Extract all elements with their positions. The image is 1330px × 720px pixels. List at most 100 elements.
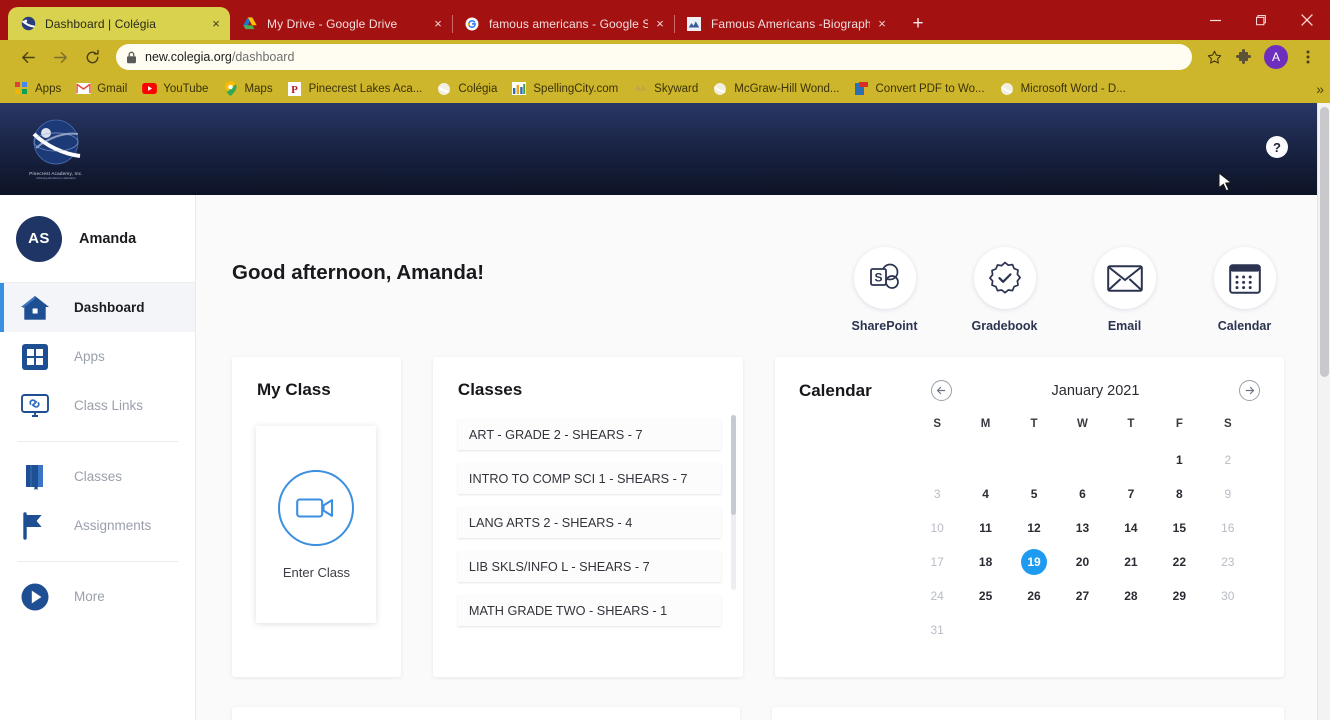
- list-item[interactable]: INTRO TO COMP SCI 1 - SHEARS - 7: [457, 463, 721, 494]
- bookmark-spellingcity[interactable]: SpellingCity.com: [504, 78, 625, 100]
- calendar-day[interactable]: 11: [961, 514, 1009, 542]
- profile-avatar-button[interactable]: A: [1264, 45, 1288, 69]
- bookmark-mcgraw-hill[interactable]: McGraw-Hill Wond...: [705, 78, 846, 100]
- sidebar-item-label: Apps: [74, 349, 105, 364]
- reload-icon[interactable]: [78, 43, 106, 71]
- sidebar-item-classes[interactable]: Classes: [0, 452, 195, 501]
- enter-class-button[interactable]: Enter Class: [256, 426, 377, 623]
- sidebar-item-apps[interactable]: Apps: [0, 332, 195, 381]
- address-bar[interactable]: new.colegia.org/dashboard: [116, 44, 1192, 70]
- quick-action-gradebook[interactable]: Gradebook: [965, 247, 1044, 333]
- calendar-day[interactable]: 2: [1204, 446, 1252, 474]
- calendar-day[interactable]: 24: [913, 582, 961, 610]
- calendar-day[interactable]: 3: [913, 480, 961, 508]
- sidebar-item-dashboard[interactable]: Dashboard: [0, 283, 195, 332]
- google-maps-icon: [222, 81, 238, 97]
- calendar-day[interactable]: 18: [961, 548, 1009, 576]
- calendar-day[interactable]: 22: [1155, 548, 1203, 576]
- calendar-day[interactable]: 20: [1058, 548, 1106, 576]
- arrow-right-circle-icon[interactable]: [1239, 380, 1260, 401]
- quick-action-label: Gradebook: [971, 319, 1038, 333]
- minimize-icon[interactable]: [1192, 4, 1238, 36]
- browser-toolbar: new.colegia.org/dashboard A: [0, 40, 1330, 74]
- extensions-puzzle-icon[interactable]: [1230, 43, 1258, 71]
- bookmark-microsoft-word[interactable]: Microsoft Word - D...: [992, 78, 1133, 100]
- tab-close-button[interactable]: ×: [874, 16, 890, 32]
- arrow-left-circle-icon[interactable]: [930, 380, 952, 401]
- calendar-day[interactable]: 25: [961, 582, 1009, 610]
- browser-tab-2[interactable]: famous americans - Google Sear ×: [452, 7, 674, 40]
- tab-close-button[interactable]: ×: [430, 16, 446, 32]
- tab-close-button[interactable]: ×: [652, 16, 668, 32]
- calendar-day[interactable]: 10: [913, 514, 961, 542]
- sidebar-item-more[interactable]: More: [0, 572, 195, 621]
- dashboard-card-partial-right: [772, 707, 1284, 720]
- calendar-day[interactable]: 26: [1010, 582, 1058, 610]
- help-icon[interactable]: ?: [1266, 136, 1288, 158]
- calendar-day[interactable]: 14: [1107, 514, 1155, 542]
- quick-action-calendar[interactable]: Calendar: [1205, 247, 1284, 333]
- new-tab-button[interactable]: +: [904, 9, 932, 37]
- calendar-day[interactable]: 4: [961, 480, 1009, 508]
- sidebar-item-class-links[interactable]: Class Links: [0, 381, 195, 430]
- calendar-day[interactable]: 6: [1058, 480, 1106, 508]
- forward-arrow-icon[interactable]: [46, 43, 74, 71]
- calendar-day-selected[interactable]: 19: [1010, 548, 1058, 576]
- calendar-day[interactable]: 7: [1107, 480, 1155, 508]
- envelope-icon: [1093, 247, 1156, 309]
- bookmark-colegia[interactable]: Colégia: [429, 78, 504, 100]
- maximize-icon[interactable]: [1238, 4, 1284, 36]
- calendar-day[interactable]: 17: [913, 548, 961, 576]
- quick-action-email[interactable]: Email: [1085, 247, 1164, 333]
- list-item[interactable]: LANG ARTS 2 - SHEARS - 4: [457, 507, 721, 538]
- classes-scrollbar-thumb[interactable]: [730, 415, 736, 515]
- calendar-day[interactable]: 15: [1155, 514, 1203, 542]
- bookmark-skyward[interactable]: Skyward: [625, 78, 705, 100]
- bookmark-label: YouTube: [163, 82, 209, 95]
- calendar-day[interactable]: 30: [1204, 582, 1252, 610]
- classes-scrollbar[interactable]: [730, 415, 736, 590]
- sidebar-item-assignments[interactable]: Assignments: [0, 501, 195, 550]
- star-icon[interactable]: [1200, 43, 1228, 71]
- close-icon[interactable]: [1284, 4, 1330, 36]
- bookmark-convert-pdf[interactable]: Convert PDF to Wo...: [847, 78, 992, 100]
- calendar-day[interactable]: 27: [1058, 582, 1106, 610]
- bookmarks-overflow-button[interactable]: »: [1316, 81, 1324, 97]
- bookmark-pinecrest-lakes[interactable]: P Pinecrest Lakes Aca...: [280, 78, 430, 100]
- page-title: Good afternoon, Amanda!: [232, 261, 485, 284]
- calendar-day[interactable]: 23: [1204, 548, 1252, 576]
- browser-tab-1[interactable]: My Drive - Google Drive ×: [230, 7, 452, 40]
- calendar-day[interactable]: 9: [1204, 480, 1252, 508]
- sidebar-profile[interactable]: AS Amanda: [0, 195, 195, 283]
- calendar-day[interactable]: 12: [1010, 514, 1058, 542]
- list-item[interactable]: MATH GRADE TWO - SHEARS - 1: [457, 595, 721, 626]
- calendar-day[interactable]: 16: [1204, 514, 1252, 542]
- bookmark-gmail[interactable]: Gmail: [68, 78, 134, 100]
- back-arrow-icon[interactable]: [14, 43, 42, 71]
- browser-tab-3[interactable]: Famous Americans -Biography C ×: [674, 7, 896, 40]
- colegia-globe-icon: [20, 16, 36, 32]
- page-scrollbar[interactable]: [1317, 103, 1330, 720]
- tab-title: famous americans - Google Sear: [489, 16, 648, 31]
- calendar-day[interactable]: 28: [1107, 582, 1155, 610]
- bookmark-apps[interactable]: Apps: [6, 78, 68, 100]
- tab-title: Dashboard | Colégia: [45, 16, 157, 31]
- list-item[interactable]: ART - GRADE 2 - SHEARS - 7: [457, 419, 721, 450]
- calendar-day[interactable]: 29: [1155, 582, 1203, 610]
- calendar-day[interactable]: 31: [913, 616, 961, 644]
- calendar-day[interactable]: 21: [1107, 548, 1155, 576]
- calendar-day[interactable]: 1: [1155, 446, 1203, 474]
- page-scrollbar-thumb[interactable]: [1320, 107, 1329, 377]
- list-item[interactable]: LIB SKLS/INFO L - SHEARS - 7: [457, 551, 721, 582]
- url-domain: new.colegia.org: [145, 50, 232, 64]
- bookmark-youtube[interactable]: YouTube: [134, 78, 215, 100]
- calendar-day[interactable]: 13: [1058, 514, 1106, 542]
- browser-tab-0[interactable]: Dashboard | Colégia ×: [8, 7, 230, 40]
- tab-close-button[interactable]: ×: [208, 16, 224, 32]
- three-dot-menu-icon[interactable]: [1294, 43, 1322, 71]
- bookmark-maps[interactable]: Maps: [215, 78, 279, 100]
- calendar-day[interactable]: 8: [1155, 480, 1203, 508]
- quick-action-sharepoint[interactable]: S SharePoint: [845, 247, 924, 333]
- calendar-day[interactable]: 5: [1010, 480, 1058, 508]
- my-class-card: My Class Enter Class: [232, 357, 401, 677]
